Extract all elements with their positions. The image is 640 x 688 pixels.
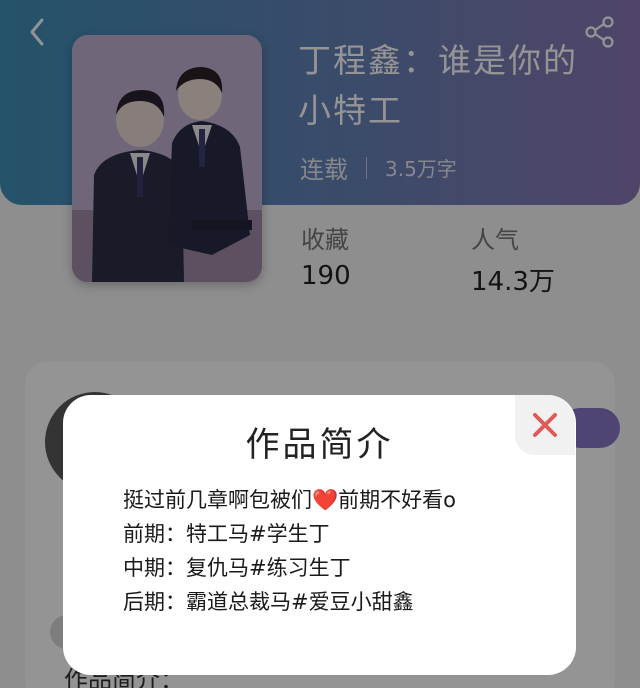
synopsis-line: 中期：复仇马#练习生丁 <box>123 556 351 580</box>
synopsis-line: 前期：特工马#学生丁 <box>123 522 330 546</box>
modal-body: 挺过前几章啊包被们❤️前期不好看o 前期：特工马#学生丁 中期：复仇马#练习生丁… <box>123 483 543 619</box>
heart-emoji-icon: ❤️ <box>312 488 339 512</box>
synopsis-line: 后期：霸道总裁马#爱豆小甜鑫 <box>123 590 414 614</box>
synopsis-text: 前期不好看o <box>338 488 457 512</box>
synopsis-line: 挺过前几章啊包被们❤️前期不好看o <box>123 483 543 517</box>
synopsis-text: 挺过前几章啊包被们 <box>123 488 312 512</box>
close-icon <box>533 413 557 437</box>
modal-title: 作品简介 <box>245 425 394 465</box>
close-button[interactable] <box>515 395 575 455</box>
synopsis-modal: 作品简介 挺过前几章啊包被们❤️前期不好看o 前期：特工马#学生丁 中期：复仇马… <box>63 395 576 675</box>
